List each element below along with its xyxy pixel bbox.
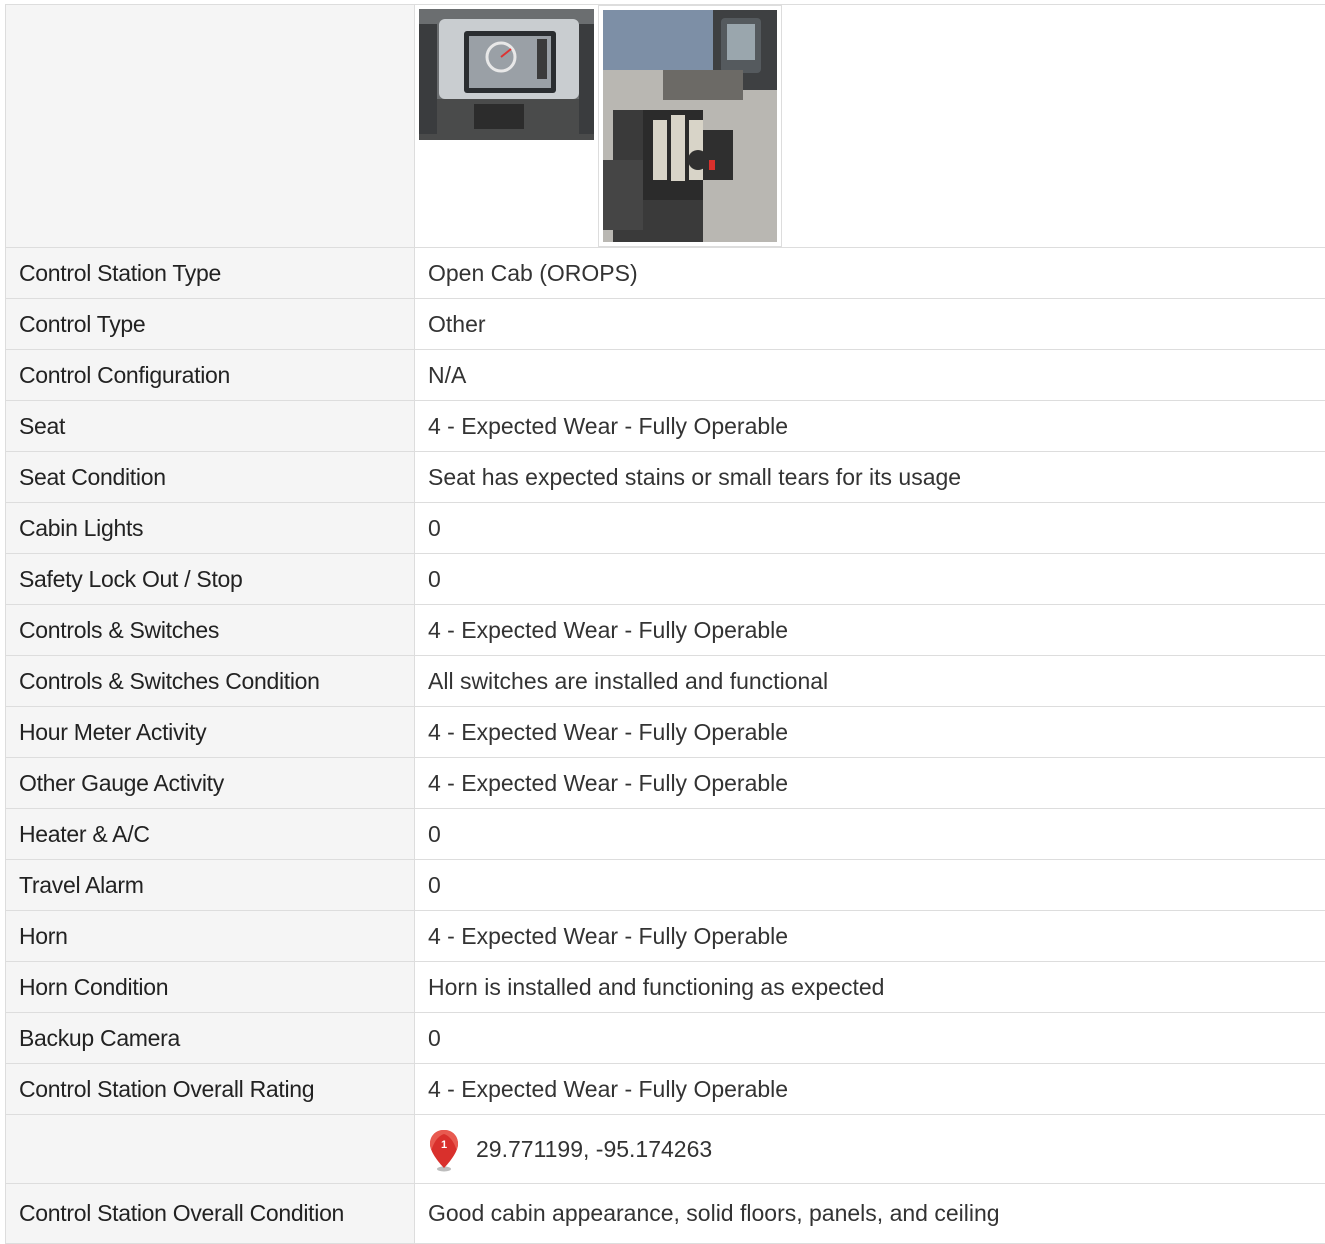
row-value: 4 - Expected Wear - Fully Operable [415, 401, 1325, 452]
table-row: Control Station Type Open Cab (OROPS) [6, 248, 1325, 299]
row-value: 4 - Expected Wear - Fully Operable [415, 605, 1325, 656]
row-value: Seat has expected stains or small tears … [415, 452, 1325, 503]
row-value: 0 [415, 809, 1325, 860]
table-row: Horn 4 - Expected Wear - Fully Operable [6, 911, 1325, 962]
table-row: Control Type Other [6, 299, 1325, 350]
map-pin-icon[interactable]: 1 [428, 1128, 460, 1172]
photo-row [6, 5, 1325, 248]
row-label: Controls & Switches [6, 605, 415, 656]
row-value: 4 - Expected Wear - Fully Operable [415, 707, 1325, 758]
row-label: Control Station Overall Rating [6, 1064, 415, 1115]
row-value: 4 - Expected Wear - Fully Operable [415, 1064, 1325, 1115]
row-label: Hour Meter Activity [6, 707, 415, 758]
row-label: Horn [6, 911, 415, 962]
row-value: 4 - Expected Wear - Fully Operable [415, 758, 1325, 809]
row-label: Backup Camera [6, 1013, 415, 1064]
row-label: Control Station Overall Condition [6, 1184, 415, 1244]
location-row-label [6, 1115, 415, 1184]
row-label: Heater & A/C [6, 809, 415, 860]
table-row: Hour Meter Activity 4 - Expected Wear - … [6, 707, 1325, 758]
controls-photo-icon[interactable] [603, 10, 777, 242]
table-row: Control Configuration N/A [6, 350, 1325, 401]
table-row: Cabin Lights 0 [6, 503, 1325, 554]
row-label: Control Type [6, 299, 415, 350]
row-value: 0 [415, 554, 1325, 605]
table-row: Backup Camera 0 [6, 1013, 1325, 1064]
table-row: Control Station Overall Rating 4 - Expec… [6, 1064, 1325, 1115]
row-value: Horn is installed and functioning as exp… [415, 962, 1325, 1013]
location-cell: 1 29.771199, -95.174263 [415, 1115, 1325, 1184]
row-label: Cabin Lights [6, 503, 415, 554]
table-row: Travel Alarm 0 [6, 860, 1325, 911]
table-row: Heater & A/C 0 [6, 809, 1325, 860]
table-row: Seat 4 - Expected Wear - Fully Operable [6, 401, 1325, 452]
row-value: N/A [415, 350, 1325, 401]
row-value: 4 - Expected Wear - Fully Operable [415, 911, 1325, 962]
row-label: Control Configuration [6, 350, 415, 401]
row-value: Open Cab (OROPS) [415, 248, 1325, 299]
row-value: 0 [415, 1013, 1325, 1064]
row-value: Good cabin appearance, solid floors, pan… [415, 1184, 1325, 1244]
gps-coordinates[interactable]: 29.771199, -95.174263 [476, 1136, 712, 1163]
table-row: Control Station Overall Condition Good c… [6, 1184, 1325, 1244]
table-row: Other Gauge Activity 4 - Expected Wear -… [6, 758, 1325, 809]
dashboard-photo-icon[interactable] [419, 9, 594, 140]
row-label: Travel Alarm [6, 860, 415, 911]
table-row: Seat Condition Seat has expected stains … [6, 452, 1325, 503]
row-value: 0 [415, 860, 1325, 911]
table-row: Controls & Switches Condition All switch… [6, 656, 1325, 707]
row-label: Seat Condition [6, 452, 415, 503]
pin-number: 1 [441, 1139, 447, 1151]
row-label: Controls & Switches Condition [6, 656, 415, 707]
location-row: 1 29.771199, -95.174263 [6, 1115, 1325, 1184]
table-row: Safety Lock Out / Stop 0 [6, 554, 1325, 605]
row-label: Seat [6, 401, 415, 452]
photo-row-label [6, 5, 415, 248]
table-row: Controls & Switches 4 - Expected Wear - … [6, 605, 1325, 656]
row-value: All switches are installed and functiona… [415, 656, 1325, 707]
row-label: Safety Lock Out / Stop [6, 554, 415, 605]
table-row: Horn Condition Horn is installed and fun… [6, 962, 1325, 1013]
inspection-table: Control Station Type Open Cab (OROPS) Co… [5, 4, 1325, 1244]
row-label: Horn Condition [6, 962, 415, 1013]
row-label: Other Gauge Activity [6, 758, 415, 809]
row-value: Other [415, 299, 1325, 350]
photo-cell [415, 5, 1325, 248]
photo-thumbnail-1[interactable] [415, 5, 594, 247]
row-value: 0 [415, 503, 1325, 554]
row-label: Control Station Type [6, 248, 415, 299]
photo-thumbnail-2[interactable] [598, 5, 782, 247]
